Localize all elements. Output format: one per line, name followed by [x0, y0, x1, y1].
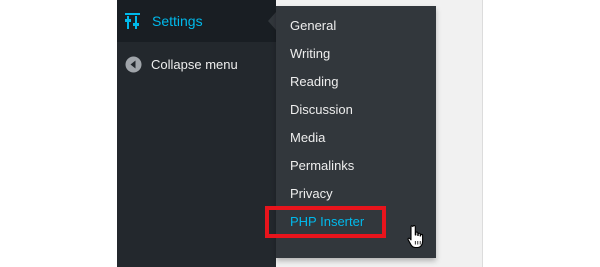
submenu-item-general[interactable]: General	[290, 18, 336, 34]
collapse-menu-button[interactable]: Collapse menu	[117, 52, 276, 78]
collapse-arrow-icon	[125, 56, 142, 73]
submenu-item-privacy[interactable]: Privacy	[290, 186, 333, 202]
settings-submenu: General Writing Reading Discussion Media…	[276, 6, 436, 258]
submenu-item-permalinks[interactable]: Permalinks	[290, 158, 354, 174]
collapse-menu-label: Collapse menu	[151, 57, 238, 72]
sliders-icon	[125, 13, 140, 29]
submenu-item-media[interactable]: Media	[290, 130, 325, 146]
sidebar-item-label: Settings	[152, 13, 203, 29]
submenu-item-writing[interactable]: Writing	[290, 46, 330, 62]
submenu-pointer	[268, 12, 276, 30]
admin-sidebar: Settings Collapse menu	[117, 0, 276, 267]
submenu-item-php-inserter[interactable]: PHP Inserter	[290, 214, 364, 230]
sidebar-item-settings[interactable]: Settings	[117, 0, 276, 42]
submenu-item-discussion[interactable]: Discussion	[290, 102, 353, 118]
hand-pointer-icon	[407, 225, 424, 249]
submenu-item-reading[interactable]: Reading	[290, 74, 338, 90]
